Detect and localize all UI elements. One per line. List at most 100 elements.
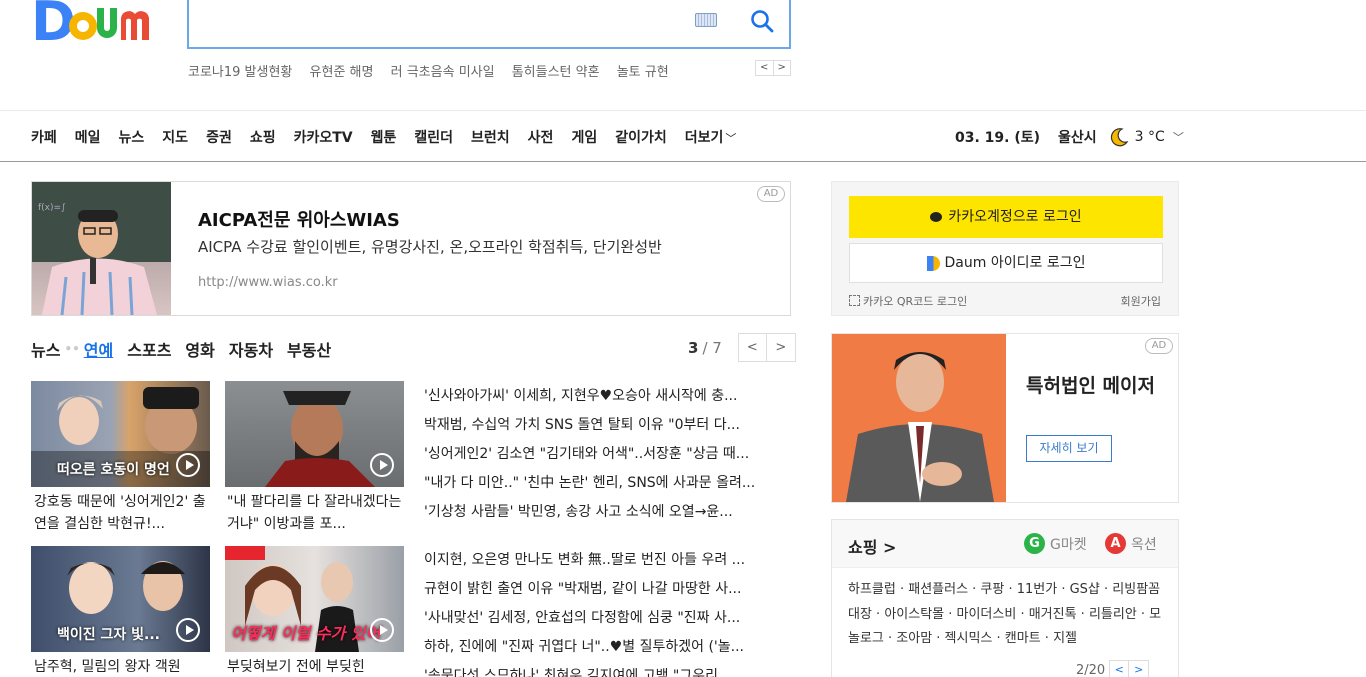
nav-item-map[interactable]: 지도: [162, 127, 188, 147]
daum-d-icon: [926, 255, 940, 271]
news-thumbnail[interactable]: [225, 381, 404, 487]
moon-icon: [1110, 128, 1129, 147]
tab-movie[interactable]: 영화: [185, 337, 214, 361]
kakao-login-label: 카카오계정으로 로그인: [948, 209, 1082, 225]
headline-item[interactable]: '사내맞선' 김세정, 안효섭의 다정함에 심쿵 "진짜 사...: [424, 607, 790, 636]
news-title[interactable]: 강호동 때문에 '싱어게인2' 출연을 결심한 박현규!...: [34, 491, 216, 535]
svg-text:D: D: [31, 0, 76, 48]
ad-banner[interactable]: f(x)=∫ AICPA전문 위아스WIAS AICPA 수강료 할인이벤트, …: [31, 181, 791, 316]
signup-link[interactable]: 회원가입: [1121, 293, 1161, 309]
shopping-box: 쇼핑 > G G마켓 A 옥션 하프클럽 · 패션플러스 · 쿠팡 · 11번가…: [831, 519, 1179, 677]
keyboard-icon[interactable]: [695, 13, 717, 27]
trending-prev-button[interactable]: <: [756, 61, 774, 75]
trending-next-button[interactable]: >: [774, 61, 791, 75]
thumbnail-caption: 어떻게 이럴 수가 있어: [231, 624, 381, 643]
headline-item[interactable]: '속문다섯 스므하나' 최혀우 김지여에 고백 "그우리...: [424, 665, 790, 677]
trending-pager: < >: [755, 60, 791, 76]
auction-link[interactable]: A 옥션: [1105, 533, 1157, 554]
daum-logo[interactable]: D: [31, 0, 171, 48]
headline-item[interactable]: "내가 다 미안.." '친中 논란' 헨리, SNS에 사과문 올려...: [424, 472, 790, 501]
chevron-down-icon[interactable]: ﹀: [1173, 129, 1184, 145]
trending-item[interactable]: 놀토 규현: [617, 65, 669, 80]
ad-image: f(x)=∫: [32, 182, 171, 315]
search-icon[interactable]: [749, 8, 775, 34]
gmarket-link[interactable]: G G마켓: [1024, 533, 1087, 554]
play-icon: [176, 453, 200, 477]
headline-item[interactable]: 규현이 밝힌 출연 이유 "박재범, 같이 나갈 마땅한 사...: [424, 578, 790, 607]
news-thumbnail[interactable]: 떠오른 호동이 명언: [31, 381, 210, 487]
nav-item-calendar[interactable]: 캘린더: [414, 127, 453, 147]
tab-sports[interactable]: 스포츠: [127, 337, 171, 361]
news-title[interactable]: "내 팔다리를 다 잘라내겠다는 거냐" 이방과를 포...: [227, 491, 409, 535]
kakao-login-button[interactable]: 카카오계정으로 로그인: [849, 196, 1163, 238]
trending-item[interactable]: 러 극초음속 미사일: [391, 65, 495, 80]
nav-item-dictionary[interactable]: 사전: [528, 127, 554, 147]
qr-login-link[interactable]: 카카오 QR코드 로그인: [849, 293, 967, 309]
nav-item-webtoon[interactable]: 웹툰: [371, 127, 397, 147]
login-box: 카카오계정으로 로그인 Daum 아이디로 로그인 카카오 QR코드 로그인 회…: [831, 181, 1179, 316]
speech-bubble-icon: [930, 212, 943, 222]
daum-login-label: Daum 아이디로 로그인: [944, 255, 1086, 271]
tab-car[interactable]: 자동차: [229, 337, 273, 361]
next-page-button[interactable]: >: [1129, 660, 1150, 677]
nav-item-stock[interactable]: 증권: [206, 127, 232, 147]
news-title[interactable]: 남주혁, 밀림의 왕자 객원: [34, 656, 216, 677]
trending-keywords: 코로나19 발생현황 유현준 해명 러 극초음속 미사일 톰히들스턴 약혼 놀토…: [188, 61, 682, 80]
thumbnail-caption: 떠오른 호동이 명언: [57, 462, 170, 478]
trending-item[interactable]: 톰히들스턴 약혼: [512, 65, 600, 80]
news-thumbnail[interactable]: 어떻게 이럴 수가 있어: [225, 546, 404, 652]
date-label: 03. 19. (토): [955, 130, 1041, 146]
nav-item-kakaotv[interactable]: 카카오TV: [294, 127, 353, 147]
tab-realestate[interactable]: 부동산: [287, 337, 331, 361]
daum-login-button[interactable]: Daum 아이디로 로그인: [849, 243, 1163, 283]
headline-item[interactable]: '기상청 사람들' 박민영, 송강 사고 소식에 오열→윤...: [424, 501, 790, 530]
ad-image: [832, 334, 1006, 502]
news-thumbnail[interactable]: 백이진 그자 빛...: [31, 546, 210, 652]
more-label: 더보기: [684, 130, 724, 146]
nav-item-game[interactable]: 게임: [571, 127, 597, 147]
tab-entertainment[interactable]: 연예: [84, 337, 113, 361]
nav-item-brunch[interactable]: 브런치: [471, 127, 510, 147]
nav-item-news[interactable]: 뉴스: [119, 127, 145, 147]
nav-item-cafe[interactable]: 카페: [31, 127, 57, 147]
search-input[interactable]: [187, 0, 791, 49]
more-button[interactable]: 자세히 보기: [1026, 435, 1112, 462]
global-nav: 카페 메일 뉴스 지도 증권 쇼핑 카카오TV 웹툰 캘린더 브런치 사전 게임…: [0, 111, 1366, 162]
auction-label: 옥션: [1131, 536, 1157, 553]
nav-item-shopping[interactable]: 쇼핑: [250, 127, 276, 147]
ad-box[interactable]: 특허법인 메이저 자세히 보기 AD: [831, 333, 1179, 503]
prev-page-button[interactable]: <: [1109, 660, 1130, 677]
ad-url[interactable]: http://www.wias.co.kr: [198, 275, 338, 290]
news-tabs: 뉴스 •• 연예 스포츠 영화 자동차 부동산: [31, 337, 345, 361]
play-icon: [370, 618, 394, 642]
shopping-list[interactable]: 하프클럽 · 패션플러스 · 쿠팡 · 11번가 · GS샵 · 리빙팜꼼대장 …: [848, 578, 1168, 652]
ad-badge: AD: [757, 186, 785, 202]
headline-item[interactable]: 이지현, 오은영 만나도 변화 無..딸로 번진 아들 우려 ...: [424, 549, 790, 578]
headline-item[interactable]: 박재범, 수십억 가치 SNS 돌연 탈퇴 이유 "0부터 다...: [424, 414, 790, 443]
next-page-button[interactable]: >: [766, 333, 796, 362]
headline-item[interactable]: '싱어게인2' 김소연 "김기태와 어색"..서장훈 "상금 때...: [424, 443, 790, 472]
nav-item-together[interactable]: 같이가치: [615, 127, 667, 147]
shopping-title[interactable]: 쇼핑 >: [848, 534, 896, 558]
news-title[interactable]: 부딪혀보기 전에 부딪힌: [227, 656, 409, 677]
play-icon: [370, 453, 394, 477]
weather-widget[interactable]: 03. 19. (토) 울산시 3 °C ﹀: [955, 127, 1184, 147]
headline-item[interactable]: '신사와아가씨' 이세희, 지현우♥오승아 새시작에 충...: [424, 385, 790, 414]
gmarket-icon: G: [1024, 533, 1045, 554]
gmarket-label: G마켓: [1050, 536, 1087, 553]
trending-item[interactable]: 유현준 해명: [310, 65, 374, 80]
nav-item-mail[interactable]: 메일: [75, 127, 101, 147]
prev-page-button[interactable]: <: [737, 333, 767, 362]
qr-icon: [849, 295, 860, 306]
separator-dots: ••: [64, 342, 80, 356]
tab-news[interactable]: 뉴스: [31, 337, 60, 361]
headline-item[interactable]: 하하, 진에에 "진짜 귀엽다 너"..♥별 질투하겠어 ('놀...: [424, 636, 790, 665]
ad-title[interactable]: 특허법인 메이저: [1026, 374, 1156, 398]
trending-item[interactable]: 코로나19 발생현황: [188, 65, 292, 80]
nav-item-more[interactable]: 더보기 ﹀: [685, 127, 737, 147]
qr-login-label: 카카오 QR코드 로그인: [863, 295, 968, 308]
thumbnail-caption: 백이진 그자 빛...: [57, 627, 160, 643]
page-current: 3: [688, 338, 699, 357]
ad-title[interactable]: AICPA전문 위아스WIAS: [198, 206, 400, 232]
news-pager: 3 / 7 < >: [688, 333, 796, 362]
